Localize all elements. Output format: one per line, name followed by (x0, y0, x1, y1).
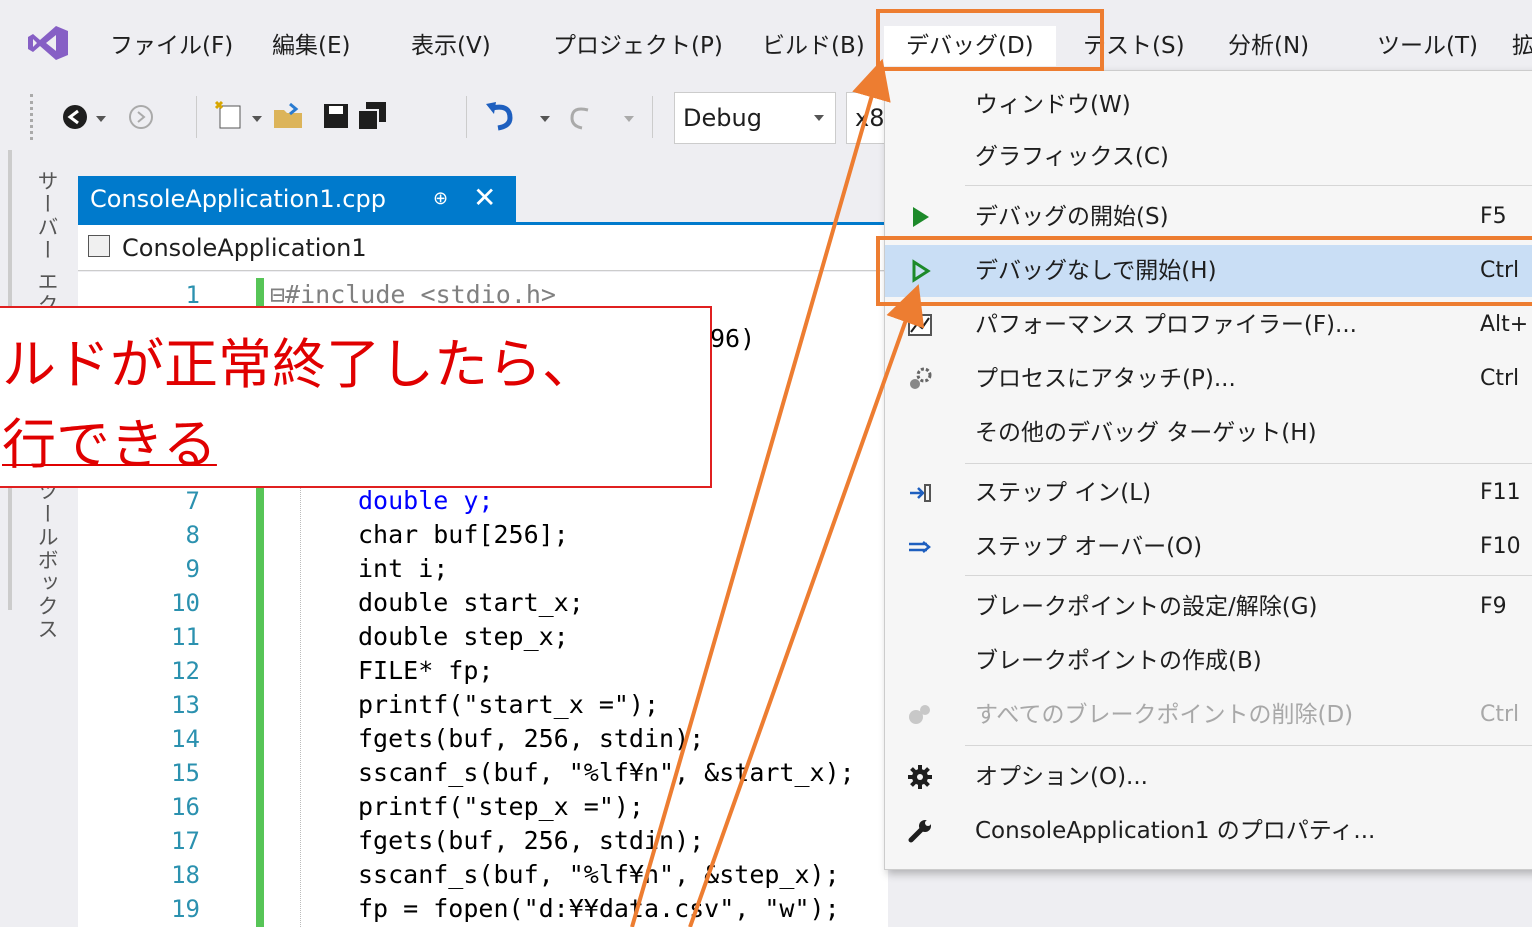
annotation-arrows (630, 58, 925, 927)
